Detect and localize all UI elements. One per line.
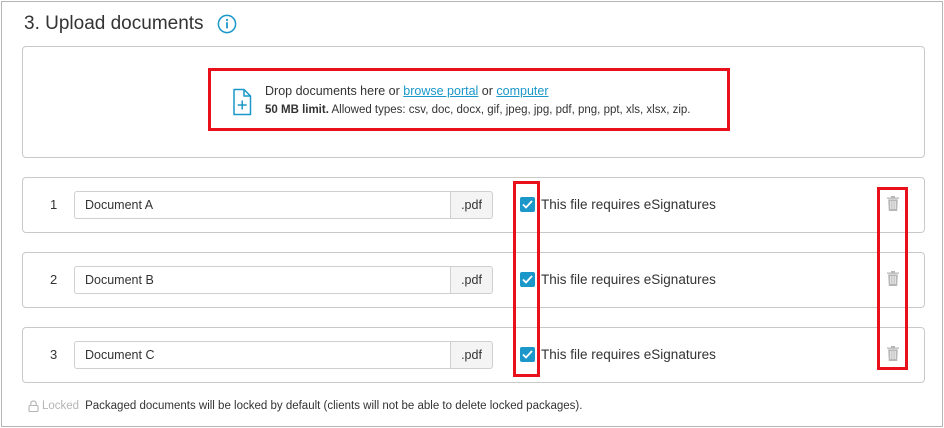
section-title: 3. Upload documents [24, 13, 204, 34]
document-row: 3 .pdf This file requires eSignatures [22, 327, 925, 383]
lock-icon [28, 400, 39, 412]
section-header: 3. Upload documents [24, 13, 237, 35]
locked-label: Locked [42, 400, 80, 412]
document-name-input[interactable] [74, 266, 450, 294]
file-extension: .pdf [450, 341, 493, 369]
row-number: 3 [50, 347, 58, 362]
document-row: 2 .pdf This file requires eSignatures [22, 252, 925, 308]
document-name-input[interactable] [74, 191, 450, 219]
locked-note: Locked Packaged documents will be locked… [28, 400, 582, 412]
checkbox-column-highlight-box [513, 181, 540, 377]
trash-column-highlight-box [877, 187, 908, 370]
info-icon[interactable] [217, 14, 237, 34]
file-extension: .pdf [450, 266, 493, 294]
esignature-label: This file requires eSignatures [541, 197, 716, 212]
esignature-label: This file requires eSignatures [541, 347, 716, 362]
row-number: 2 [50, 272, 58, 287]
dropzone-highlight-box [208, 68, 730, 131]
file-extension: .pdf [450, 191, 493, 219]
document-name-input[interactable] [74, 341, 450, 369]
locked-note-text: Packaged documents will be locked by def… [85, 400, 583, 412]
row-number: 1 [50, 197, 58, 212]
document-row: 1 .pdf This file requires eSignatures [22, 177, 925, 233]
esignature-label: This file requires eSignatures [541, 272, 716, 287]
